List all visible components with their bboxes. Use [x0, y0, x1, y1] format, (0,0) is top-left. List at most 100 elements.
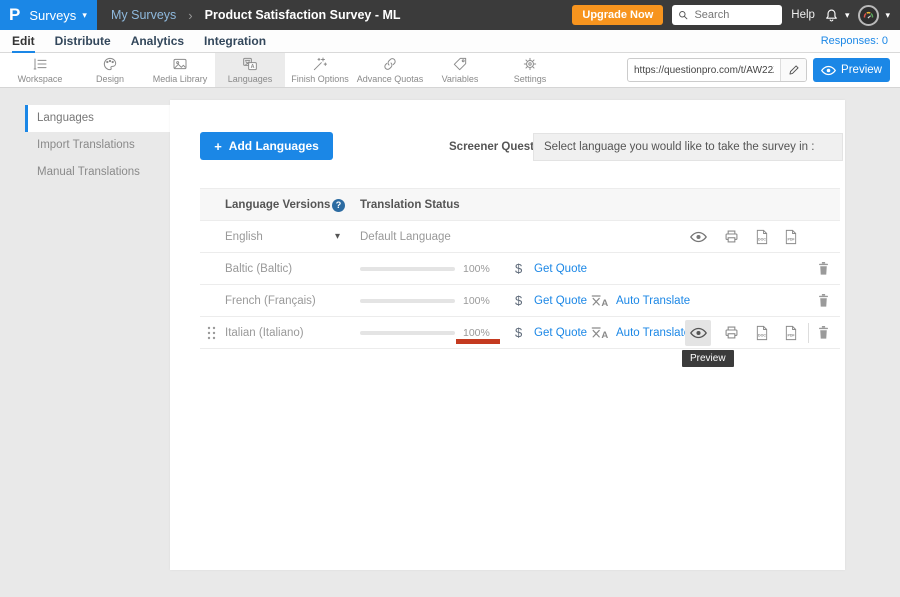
language-name: French (Français) [225, 285, 316, 317]
dollar-icon[interactable]: $ [515, 317, 522, 349]
search-icon [678, 9, 688, 21]
delete-trash-icon[interactable] [817, 293, 830, 308]
default-language-label: Default Language [360, 221, 451, 253]
chevron-down-icon: ▾ [885, 10, 890, 21]
search-input[interactable] [692, 8, 776, 22]
svg-text:DOC: DOC [758, 334, 766, 338]
auto-translate-link[interactable]: Auto Translate [616, 285, 690, 317]
avatar [858, 5, 879, 26]
progress-percent: 100% [463, 317, 490, 349]
global-search[interactable] [672, 5, 782, 25]
svg-text:A: A [251, 64, 255, 70]
sidebar-item-manual-translations[interactable]: Manual Translations [25, 159, 170, 186]
auto-translate-icon[interactable]: A [591, 294, 610, 308]
survey-url-box [627, 58, 807, 82]
table-header-row: Language Versions ? Translation Status [200, 188, 840, 221]
content-area: Languages Import Translations Manual Tra… [0, 88, 900, 597]
survey-url-input[interactable] [628, 65, 780, 76]
language-name: Baltic (Baltic) [225, 253, 292, 285]
progress-percent: 100% [463, 285, 490, 317]
tab-edit[interactable]: Edit [12, 30, 35, 53]
auto-translate-link[interactable]: Auto Translate [616, 317, 690, 349]
translation-progress-bar [360, 331, 455, 335]
sidebar-item-import-translations[interactable]: Import Translations [25, 132, 170, 159]
breadcrumb-separator-icon: › [188, 8, 192, 23]
get-quote-link[interactable]: Get Quote [534, 253, 587, 285]
pdf-export-icon[interactable]: PDF [784, 325, 798, 341]
breadcrumb-my-surveys[interactable]: My Surveys [111, 8, 176, 22]
svg-text:A: A [601, 330, 608, 340]
table-row-baltic: Baltic (Baltic) 100% $ Get Quote [200, 253, 840, 285]
pdf-export-icon[interactable]: PDF [784, 229, 798, 245]
annotation-underline [456, 339, 500, 344]
toolbar-item-finish-options[interactable]: Finish Options [285, 53, 355, 87]
toolbar-item-workspace[interactable]: Workspace [5, 53, 75, 87]
magic-wand-icon [312, 56, 328, 72]
sidebar-item-languages[interactable]: Languages [25, 105, 170, 132]
dollar-icon[interactable]: $ [515, 253, 522, 285]
plus-icon: + [214, 139, 222, 154]
delete-trash-icon[interactable] [817, 325, 830, 340]
chevron-down-icon: ▾ [82, 10, 87, 21]
delete-trash-icon[interactable] [817, 261, 830, 276]
get-quote-link[interactable]: Get Quote [534, 285, 587, 317]
screener-question-select[interactable]: Select language you would like to take t… [533, 133, 843, 161]
tag-icon [452, 56, 468, 72]
toolbar-item-languages[interactable]: A Languages [215, 53, 285, 87]
progress-percent: 100% [463, 253, 490, 285]
language-name: English [225, 221, 263, 253]
chevron-down-icon[interactable]: ▾ [335, 221, 340, 253]
preview-button[interactable]: Preview [813, 58, 890, 82]
toolbar-item-design[interactable]: Design [75, 53, 145, 87]
print-icon[interactable] [724, 229, 739, 244]
workspace-icon [32, 56, 48, 72]
toolbar-item-media-library[interactable]: Media Library [145, 53, 215, 87]
add-languages-label: Add Languages [229, 139, 319, 153]
responses-count[interactable]: Responses: 0 [821, 35, 888, 47]
edit-toolbar: Workspace Design Media Library A Languag… [0, 53, 900, 88]
preview-tooltip: Preview [682, 350, 734, 367]
toolbar-item-settings[interactable]: Settings [495, 53, 565, 87]
svg-text:PDF: PDF [787, 334, 795, 338]
dollar-icon[interactable]: $ [515, 285, 522, 317]
print-icon[interactable] [724, 325, 739, 340]
svg-text:DOC: DOC [758, 238, 766, 242]
chevron-down-icon: ▾ [845, 10, 850, 21]
section-tabs: Edit Distribute Analytics Integration Re… [0, 30, 900, 53]
table-row-french: French (Français) 100% $ Get Quote A Aut… [200, 285, 840, 317]
translation-progress-bar [360, 267, 455, 271]
upgrade-now-button[interactable]: Upgrade Now [572, 5, 663, 25]
questionpro-logo: P [9, 5, 20, 25]
account-menu[interactable]: ▾ [858, 5, 890, 26]
toolbar-item-variables[interactable]: Variables [425, 53, 495, 87]
product-menu-label: Surveys [29, 8, 76, 23]
bell-icon [824, 8, 839, 23]
gear-icon [522, 56, 538, 72]
toolbar-item-advance-quotas[interactable]: Advance Quotas [355, 53, 425, 87]
doc-export-icon[interactable]: DOC [755, 229, 769, 245]
notifications-menu[interactable]: ▾ [824, 8, 850, 23]
help-link[interactable]: Help [791, 9, 815, 21]
tab-integration[interactable]: Integration [204, 30, 266, 53]
auto-translate-icon[interactable]: A [591, 326, 610, 340]
tab-analytics[interactable]: Analytics [131, 30, 184, 53]
languages-panel: + Add Languages Screener Question : Sele… [170, 100, 845, 570]
column-header-language-versions: Language Versions [225, 189, 330, 222]
language-name: Italian (Italiano) [225, 317, 304, 349]
get-quote-link[interactable]: Get Quote [534, 317, 587, 349]
preview-eye-icon[interactable] [690, 231, 707, 243]
drag-handle-icon[interactable] [207, 326, 216, 340]
translation-progress-bar [360, 299, 455, 303]
preview-button-label: Preview [841, 64, 882, 76]
tab-distribute[interactable]: Distribute [55, 30, 111, 53]
breadcrumb: My Surveys › Product Satisfaction Survey… [111, 8, 401, 23]
surveys-product-menu[interactable]: P Surveys ▾ [0, 0, 97, 30]
language-versions-table: Language Versions ? Translation Status E… [200, 188, 840, 349]
preview-eye-icon[interactable] [690, 327, 707, 339]
help-question-icon[interactable]: ? [332, 199, 345, 212]
doc-export-icon[interactable]: DOC [755, 325, 769, 341]
edit-url-button[interactable] [780, 59, 806, 81]
survey-title: Product Satisfaction Survey - ML [205, 8, 401, 22]
add-languages-button[interactable]: + Add Languages [200, 132, 333, 160]
palette-icon [102, 56, 118, 72]
